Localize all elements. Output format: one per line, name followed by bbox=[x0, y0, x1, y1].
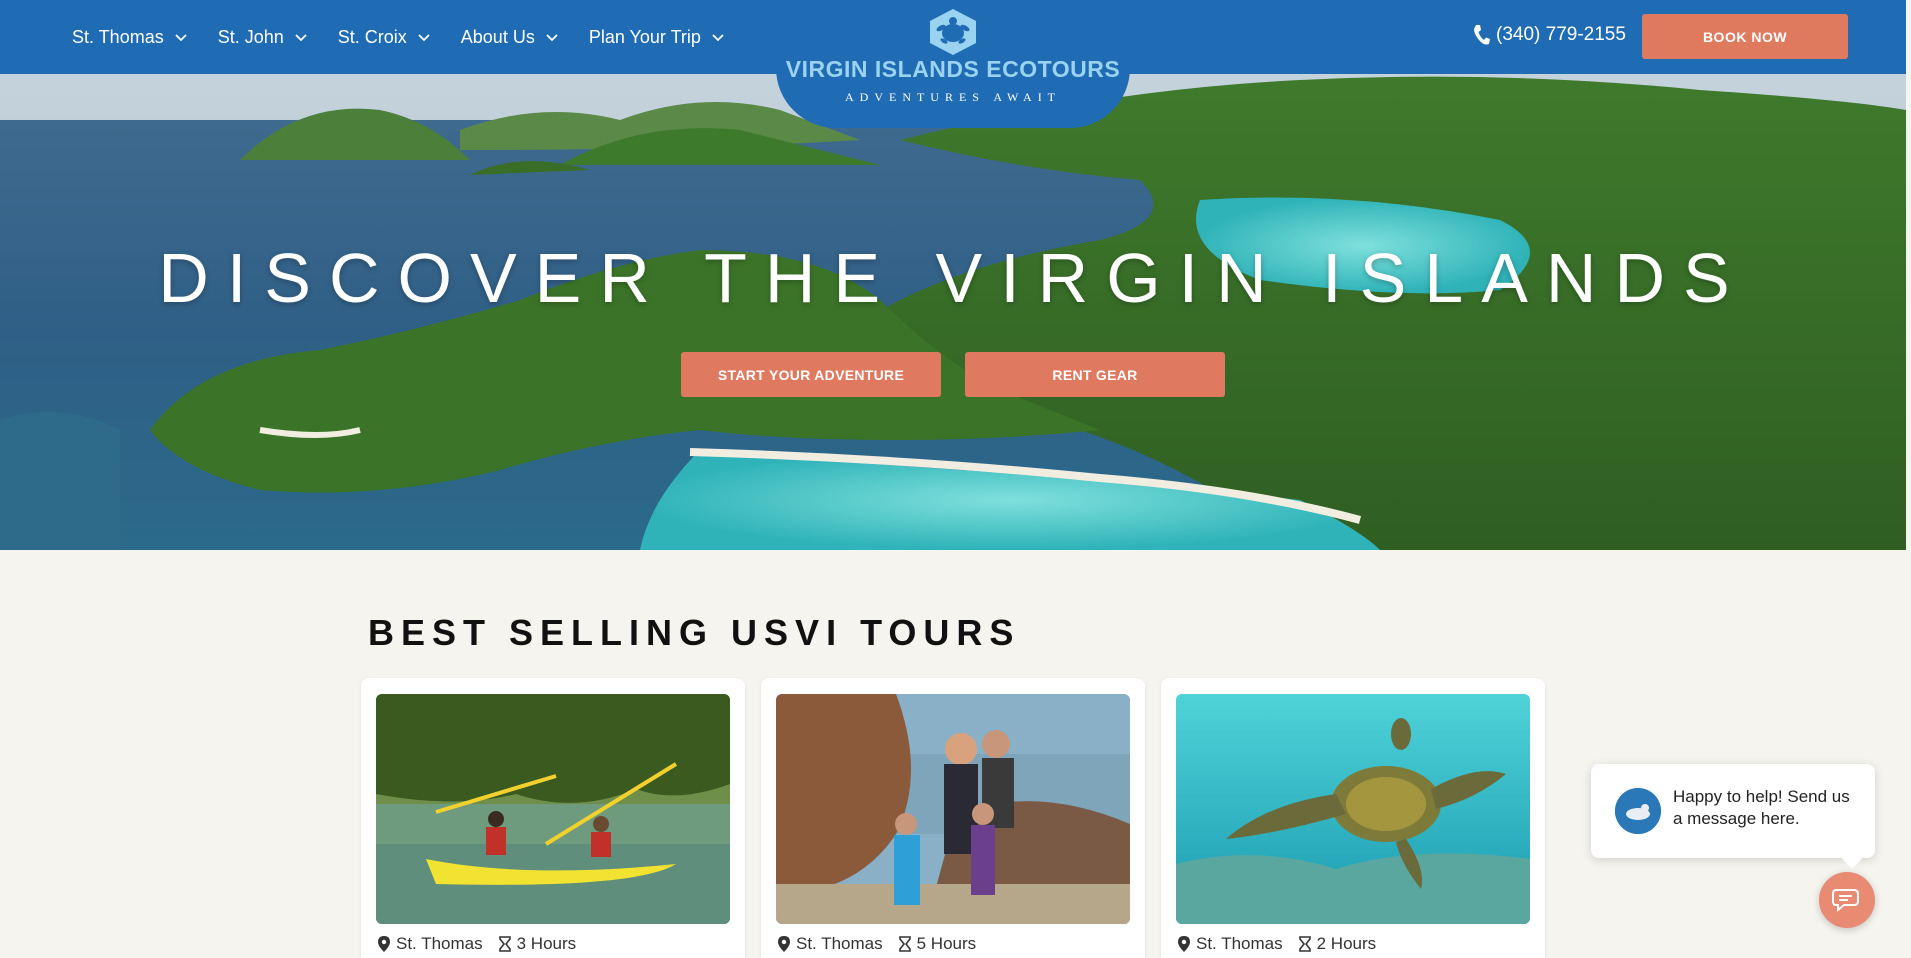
chat-prompt-bubble[interactable]: Happy to help! Send us a message here. bbox=[1591, 764, 1875, 858]
nav-item-label: St. John bbox=[217, 26, 284, 47]
hero-title: DISCOVER THE VIRGIN ISLANDS bbox=[158, 239, 1748, 317]
tour-card[interactable]: St. Thomas 2 Hours bbox=[1161, 678, 1545, 958]
tour-location: St. Thomas bbox=[396, 934, 483, 953]
hourglass-icon bbox=[498, 936, 511, 952]
best-selling-heading: BEST SELLING USVI TOURS bbox=[368, 612, 1020, 654]
nav-item-about-us[interactable]: About Us bbox=[461, 27, 559, 48]
family-beach-photo-image bbox=[776, 694, 1130, 924]
nav-item-label: Plan Your Trip bbox=[588, 26, 701, 47]
tour-duration: 3 Hours bbox=[516, 934, 577, 953]
kayak-tour-photo[interactable] bbox=[376, 694, 730, 924]
chevron-down-icon bbox=[712, 34, 724, 42]
start-adventure-button[interactable]: START YOUR ADVENTURE bbox=[681, 352, 941, 397]
tour-card[interactable]: St. Thomas 3 Hours bbox=[361, 678, 745, 958]
nav-item-label: St. Thomas bbox=[72, 26, 164, 47]
nav-item-st-croix[interactable]: St. Croix bbox=[338, 27, 431, 48]
phone-number: (340) 779-2155 bbox=[1496, 24, 1626, 45]
tour-meta: St. Thomas 2 Hours bbox=[1178, 934, 1376, 954]
tour-duration: 5 Hours bbox=[916, 934, 977, 953]
chat-avatar bbox=[1615, 788, 1661, 834]
kayak-photo-image bbox=[376, 694, 730, 924]
tour-meta: St. Thomas 5 Hours bbox=[778, 934, 976, 954]
heading-rest: USVI TOURS bbox=[731, 612, 1021, 653]
tour-duration: 2 Hours bbox=[1316, 934, 1377, 953]
heading-bold: BEST SELLING bbox=[368, 612, 715, 653]
nav-item-st-john[interactable]: St. John bbox=[218, 27, 308, 48]
main-menu: St. Thomas St. John St. Croix About Us P… bbox=[72, 0, 755, 74]
chat-launcher-button[interactable] bbox=[1819, 872, 1875, 928]
tour-location: St. Thomas bbox=[1196, 934, 1283, 953]
map-pin-icon bbox=[378, 936, 390, 952]
nav-item-label: About Us bbox=[460, 26, 535, 47]
diver-icon bbox=[1615, 788, 1661, 834]
turtle-logo-icon bbox=[930, 9, 976, 55]
logo-tagline: ADVENTURES AWAIT bbox=[844, 90, 1062, 104]
map-pin-icon bbox=[778, 936, 790, 952]
phone-link[interactable]: (340) 779-2155 bbox=[1472, 24, 1626, 46]
chat-icon bbox=[1832, 889, 1859, 913]
sea-turtle-photo-image bbox=[1176, 694, 1530, 924]
tour-meta: St. Thomas 3 Hours bbox=[378, 934, 576, 954]
nav-item-label: St. Croix bbox=[337, 26, 407, 47]
family-tour-photo[interactable] bbox=[776, 694, 1130, 924]
hourglass-icon bbox=[1298, 936, 1311, 952]
chevron-down-icon bbox=[295, 34, 307, 42]
tour-location: St. Thomas bbox=[796, 934, 883, 953]
rent-gear-button[interactable]: RENT GEAR bbox=[965, 352, 1225, 397]
nav-item-plan-your-trip[interactable]: Plan Your Trip bbox=[589, 27, 725, 48]
hourglass-icon bbox=[898, 936, 911, 952]
phone-icon bbox=[1474, 25, 1490, 45]
site-logo[interactable]: VIRGIN ISLANDS ECOTOURS ADVENTURES AWAIT bbox=[776, 0, 1130, 128]
chevron-down-icon bbox=[418, 34, 430, 42]
chevron-down-icon bbox=[546, 34, 558, 42]
nav-item-st-thomas[interactable]: St. Thomas bbox=[72, 27, 188, 48]
chat-message: Happy to help! Send us a message here. bbox=[1673, 787, 1850, 828]
map-pin-icon bbox=[1178, 936, 1190, 952]
turtle-tour-photo[interactable] bbox=[1176, 694, 1530, 924]
logo-name: VIRGIN ISLANDS ECOTOURS bbox=[785, 56, 1121, 82]
book-now-button[interactable]: BOOK NOW bbox=[1642, 14, 1848, 59]
chevron-down-icon bbox=[175, 34, 187, 42]
tour-card[interactable]: St. Thomas 5 Hours bbox=[761, 678, 1145, 958]
